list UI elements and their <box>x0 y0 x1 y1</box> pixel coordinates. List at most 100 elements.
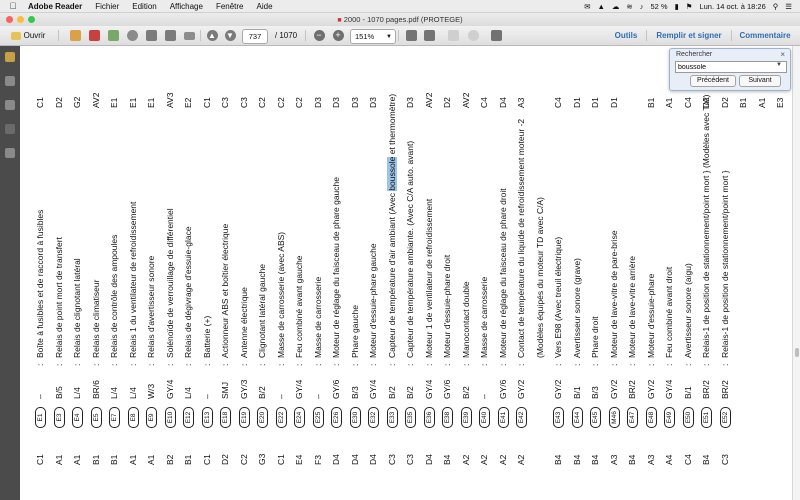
cell-reference: B2 <box>164 454 175 465</box>
table-row: B1 E5 BR/6: Relais de climatiseur AV2 <box>90 46 102 500</box>
cell-reference: A2 <box>460 454 471 465</box>
menu-aide[interactable]: Aide <box>257 2 273 11</box>
menu-edition[interactable]: Edition <box>132 2 156 11</box>
signature-icon[interactable] <box>5 124 15 134</box>
cell-grid-reference: C4 <box>553 97 563 108</box>
table-row: B4 E44 B/1: Avertisseur sonore (grave) D1 <box>571 46 583 500</box>
cell-wire: GY/6 <box>331 379 341 399</box>
menu-fichier[interactable]: Fichier <box>95 2 119 11</box>
table-row: C1 E1 –: Boîte à fusibles et de raccord à f… <box>35 46 46 500</box>
cell-wire: B/3 <box>590 386 600 399</box>
arrow-up-icon: ▲ <box>206 30 218 41</box>
menu-app-name[interactable]: Adobe Reader <box>28 2 82 11</box>
previous-result-button[interactable]: Précédent <box>690 75 736 87</box>
sign-button[interactable] <box>446 29 460 42</box>
close-icon[interactable]: × <box>780 50 785 59</box>
cell-description: Capteur de température ambiante. (Avec C… <box>405 140 415 358</box>
create-pdf-button[interactable] <box>68 29 82 42</box>
upload-button[interactable] <box>125 29 139 42</box>
table-row: E4 E24 GY/4: Feu combiné avant gauche C2 <box>294 46 305 500</box>
layers-icon[interactable] <box>5 148 15 158</box>
zoom-out-button[interactable]: − <box>312 29 326 42</box>
menu-affichage[interactable]: Affichage <box>170 2 203 11</box>
cell-description: Relais de dégivrage d'essuie-glace <box>183 226 193 358</box>
table-row: D4 E26 GY/6: Moteur de réglage du faisceau … <box>331 46 342 500</box>
volume-icon[interactable]: ♪ <box>640 2 644 11</box>
open-button[interactable]: Ouvrir <box>5 29 51 42</box>
scrollbar-thumb[interactable] <box>795 348 799 357</box>
cell-connector-code: E40 <box>479 407 490 428</box>
menu-fenetre[interactable]: Fenêtre <box>216 2 244 11</box>
chevron-down-icon[interactable]: ▼ <box>776 62 782 68</box>
cell-connector-code: E49 <box>664 407 675 428</box>
next-result-button[interactable]: Suivant <box>739 75 781 87</box>
cell-wire: GY/3 <box>238 379 249 399</box>
cell-grid-reference: D3 <box>312 97 323 108</box>
cell-reference: E4 <box>294 454 304 465</box>
gmail-icon[interactable]: ✉ <box>584 2 590 11</box>
spotlight-icon[interactable]: ⚲ <box>773 2 779 11</box>
cell-connector-code: E12 <box>183 407 194 428</box>
comment-tool-button[interactable] <box>466 29 480 42</box>
cell-connector-code: E38 <box>442 407 453 428</box>
adobe-icon[interactable]: ▲ <box>597 2 604 11</box>
cell-connector-code: E1 <box>35 407 46 428</box>
cell-reference: C1 <box>275 454 286 465</box>
toolbar-divider <box>731 30 732 41</box>
cell-wire: GY/4 <box>423 379 434 399</box>
cell-connector-code: E7 <box>109 407 120 428</box>
document-viewport[interactable]: C1 E1 –: Boîte à fusibles et de raccord à f… <box>20 46 792 500</box>
table-row: B1 <box>738 46 748 500</box>
search-panel: Rechercher × ▼ Précédent Suivant <box>669 48 791 91</box>
zoom-select[interactable]: 151% ▼ <box>350 29 396 44</box>
previous-page-button[interactable]: ▲ <box>205 29 219 42</box>
navigation-sidebar <box>0 46 20 500</box>
read-mode-button[interactable] <box>489 29 503 42</box>
next-page-button[interactable]: ▼ <box>223 29 237 42</box>
notification-center-icon[interactable]: ☰ <box>785 2 792 11</box>
tools-pane-link[interactable]: Outils <box>607 29 645 42</box>
vertical-scrollbar[interactable] <box>792 46 800 500</box>
cell-separator: : <box>516 363 526 366</box>
search-input[interactable] <box>675 61 787 73</box>
pages-icon[interactable] <box>5 76 15 86</box>
scroll-mode-button[interactable] <box>422 29 436 42</box>
comment-link[interactable]: Commentaire <box>735 29 795 42</box>
page-number-input[interactable]: 737 <box>242 29 268 44</box>
battery-icon[interactable]: ▮ <box>675 2 679 11</box>
email-button[interactable] <box>182 29 196 42</box>
cell-wire: GY/6 <box>442 379 452 399</box>
cell-wire: – <box>35 394 45 399</box>
cell-description: Moteur de réglage du faisceau de phare d… <box>497 188 508 358</box>
cell-separator: : <box>72 363 82 366</box>
table-row: B1 E12 L/4: Relais de dégivrage d'essuie-gl… <box>183 46 194 500</box>
fit-page-button[interactable] <box>404 29 418 42</box>
export-pdf-button[interactable] <box>87 29 101 42</box>
print-button[interactable] <box>163 29 177 42</box>
cell-reference: A2 <box>497 454 508 465</box>
cell-grid-reference: E1 <box>146 97 156 108</box>
flag-icon[interactable]: ⚑ <box>686 2 693 11</box>
cell-description: Masse de carrosserie (avec ABS) <box>275 231 286 358</box>
cell-reference: D4 <box>423 454 434 465</box>
cell-grid-reference: D3 <box>349 97 360 108</box>
lock-icon[interactable] <box>5 52 15 62</box>
cell-reference: C1 <box>35 454 45 465</box>
fill-sign-link[interactable]: Remplir et signer <box>650 29 728 42</box>
cloud-icon[interactable]: ☁ <box>612 2 620 11</box>
apple-icon[interactable]:  <box>8 1 18 11</box>
cell-reference: G3 <box>257 453 267 465</box>
cell-grid-reference: C2 <box>257 97 267 108</box>
cell-wire: BR/2 <box>719 380 730 399</box>
save-button[interactable] <box>144 29 158 42</box>
cell-reference: C3 <box>386 454 397 465</box>
cell-separator: : <box>479 363 489 366</box>
zoom-in-button[interactable]: + <box>331 29 345 42</box>
datetime[interactable]: Lun. 14 oct. à 18:26 <box>699 2 765 11</box>
cell-description: Solénoïde de verrouillage de différentie… <box>164 208 175 358</box>
battery-text[interactable]: 52 % <box>650 2 667 11</box>
bookmark-icon[interactable] <box>5 100 15 110</box>
edit-pdf-button[interactable] <box>106 29 120 42</box>
wifi-icon[interactable]: ≋ <box>626 2 632 11</box>
cell-connector-code: E48 <box>645 407 657 428</box>
